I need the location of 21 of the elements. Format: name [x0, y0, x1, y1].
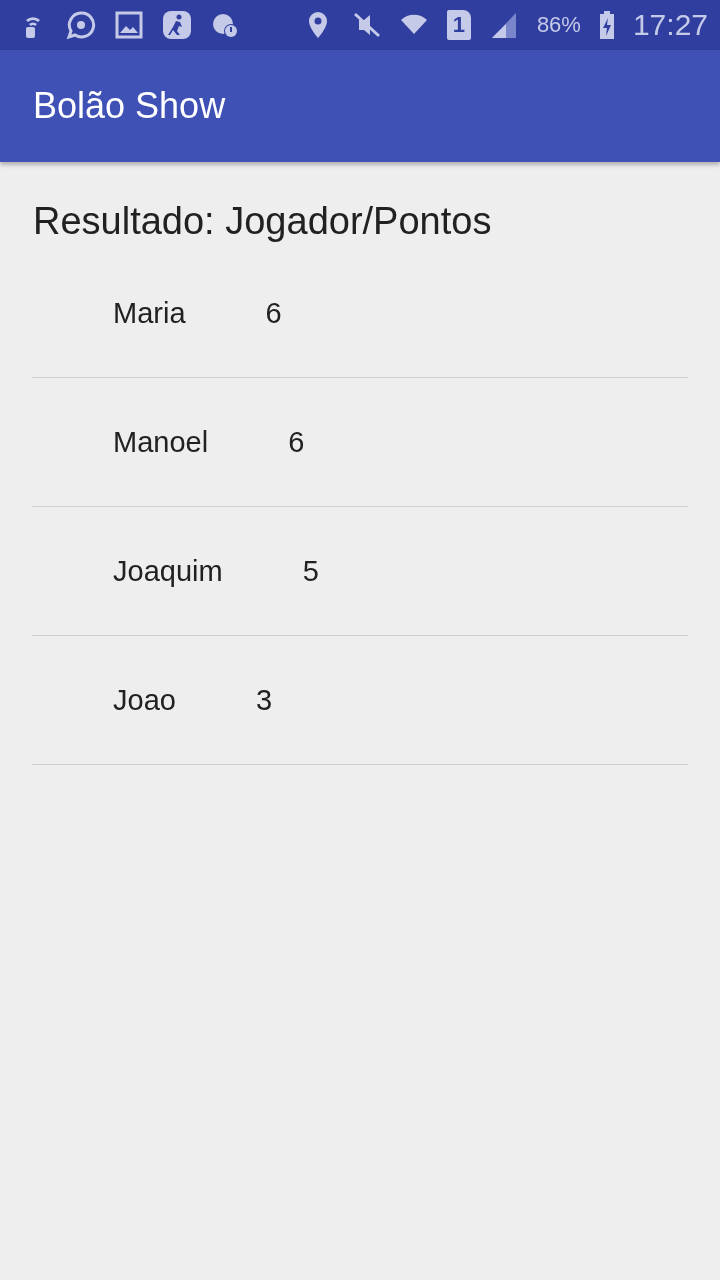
player-name: Joao: [113, 683, 176, 717]
player-points: 3: [255, 683, 273, 717]
sim-card-icon: 1: [446, 10, 471, 40]
result-row[interactable]: Joao 3: [32, 636, 688, 765]
battery-percent: 86%: [536, 12, 581, 38]
runner-icon: [162, 10, 192, 40]
result-row[interactable]: Joaquim 5: [32, 507, 688, 636]
chat-bubble-icon: [66, 10, 96, 40]
battery-charging-icon: [598, 10, 615, 40]
result-row[interactable]: Maria 6: [32, 249, 688, 378]
player-name: Maria: [113, 296, 186, 330]
player-name: Joaquim: [113, 554, 223, 588]
clock: 17:27: [632, 8, 708, 42]
image-icon: [114, 10, 144, 40]
player-points: 6: [288, 425, 305, 459]
player-name: Manoel: [113, 425, 209, 459]
player-points: 5: [302, 554, 319, 588]
results-heading: Resultado: Jogador/Pontos: [33, 200, 493, 243]
result-row[interactable]: Manoel 6: [32, 378, 688, 507]
player-points: 6: [265, 296, 282, 330]
app-title: Bolão Show: [33, 85, 226, 127]
